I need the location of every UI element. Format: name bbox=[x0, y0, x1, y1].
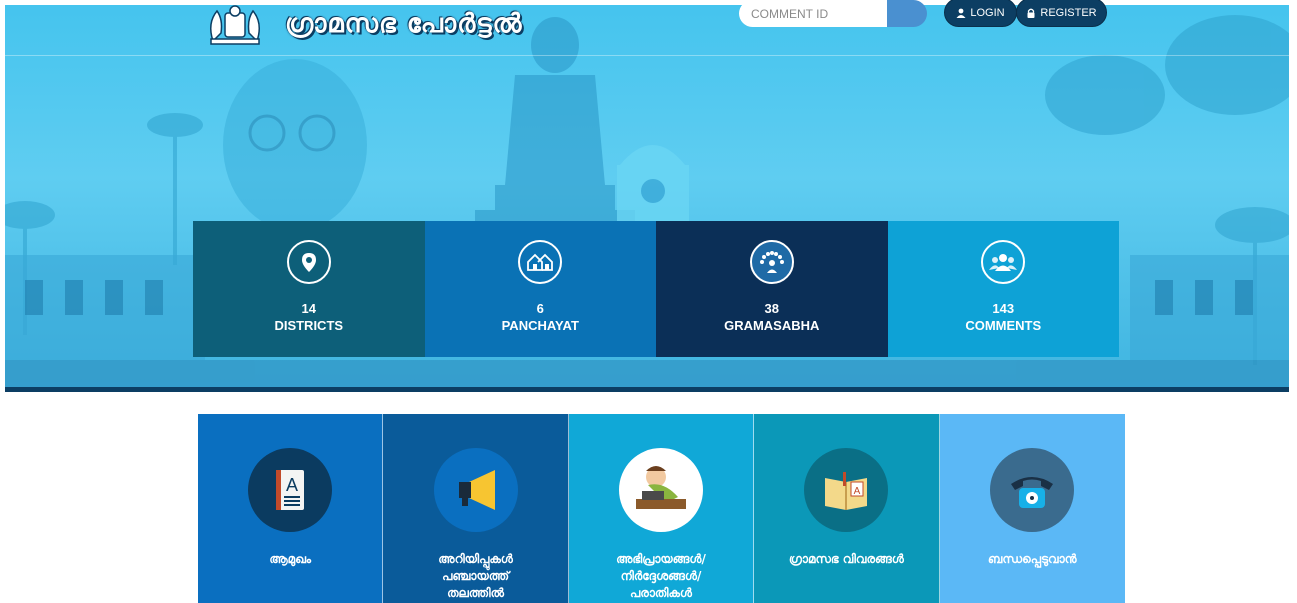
tile-label: ഗ്രാമസഭ വിവരങ്ങൾ bbox=[788, 552, 904, 566]
svg-text:A: A bbox=[854, 486, 861, 497]
register-button[interactable]: REGISTER bbox=[1016, 0, 1107, 27]
writer-icon bbox=[618, 448, 703, 532]
login-label: LOGIN bbox=[970, 6, 1005, 19]
stat-label: PANCHAYAT bbox=[501, 318, 579, 333]
megaphone-icon bbox=[433, 448, 518, 532]
kerala-emblem-icon bbox=[210, 5, 260, 45]
tile-notices[interactable]: അറിയിപ്പുകൾ പഞ്ചായത്ത് തലത്തിൽ bbox=[383, 414, 569, 603]
tile-label: അഭിപ്രായങ്ങൾ/ നിർദ്ദേശങ്ങൾ/ പരാതികൾ bbox=[616, 552, 706, 600]
header-divider bbox=[5, 55, 1289, 56]
open-book-icon: A bbox=[804, 448, 889, 532]
comment-id-input[interactable] bbox=[739, 0, 887, 27]
stat-label: DISTRICTS bbox=[274, 318, 344, 333]
stats-bar: 14 DISTRICTS 6 PANCHAYAT 38 GRAMASABHA 1… bbox=[193, 221, 1119, 357]
tile-contact[interactable]: ബന്ധപ്പെടുവാൻ bbox=[939, 414, 1125, 603]
tile-label: ബന്ധപ്പെടുവാൻ bbox=[987, 552, 1077, 566]
user-icon bbox=[956, 8, 966, 18]
tile-gramasabha-details[interactable]: A ഗ്രാമസഭ വിവരങ്ങൾ bbox=[754, 414, 940, 603]
comment-search-button[interactable] bbox=[887, 0, 927, 27]
tile-introduction[interactable]: A ആമുഖം bbox=[198, 414, 384, 603]
hero-bottom-border bbox=[5, 387, 1289, 392]
stat-gramasabha[interactable]: 38 GRAMASABHA bbox=[656, 221, 888, 357]
location-pin-icon bbox=[286, 240, 331, 284]
feature-tiles: A ആമുഖം അറിയിപ്പുകൾ പഞ്ചായത്ത് തലത്തിൽ അ… bbox=[198, 414, 1125, 603]
users-icon bbox=[981, 240, 1026, 284]
comment-search bbox=[739, 0, 931, 30]
houses-icon bbox=[518, 240, 563, 284]
stat-count: 6 bbox=[536, 301, 544, 316]
stat-count: 38 bbox=[764, 301, 779, 316]
people-group-icon bbox=[749, 240, 794, 284]
stat-count: 14 bbox=[301, 301, 316, 316]
stat-label: COMMENTS bbox=[965, 318, 1042, 333]
stat-districts[interactable]: 14 DISTRICTS bbox=[193, 221, 425, 357]
login-button[interactable]: LOGIN bbox=[944, 0, 1017, 27]
tile-opinions[interactable]: അഭിപ്രായങ്ങൾ/ നിർദ്ദേശങ്ങൾ/ പരാതികൾ bbox=[568, 414, 755, 603]
stat-count: 143 bbox=[992, 301, 1015, 316]
stat-panchayat[interactable]: 6 PANCHAYAT bbox=[424, 221, 656, 357]
stat-label: GRAMASABHA bbox=[724, 318, 820, 333]
address-book-icon: A bbox=[248, 448, 333, 532]
svg-text:A: A bbox=[286, 475, 298, 495]
telephone-icon bbox=[990, 448, 1075, 532]
tile-label: അറിയിപ്പുകൾ പഞ്ചായത്ത് തലത്തിൽ bbox=[438, 552, 513, 600]
tile-label: ആമുഖം bbox=[269, 552, 312, 566]
stat-comments[interactable]: 143 COMMENTS bbox=[887, 221, 1119, 357]
site-brand[interactable]: ഗ്രാമസഭ പോർട്ടൽ bbox=[205, 3, 522, 45]
register-label: REGISTER bbox=[1040, 6, 1097, 19]
site-title: ഗ്രാമസഭ പോർട്ടൽ bbox=[285, 8, 523, 39]
lock-icon bbox=[1027, 8, 1035, 18]
